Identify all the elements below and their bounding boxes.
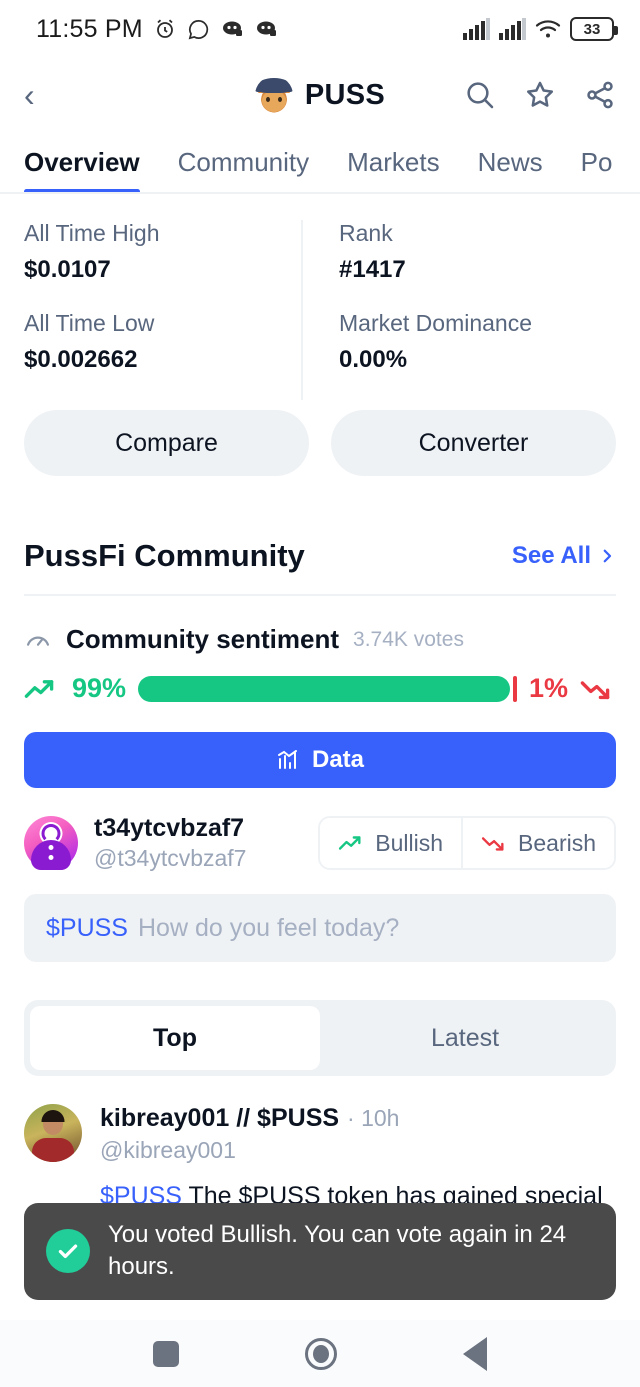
bearish-percent: 1%	[528, 673, 568, 703]
see-all-button[interactable]: See All	[512, 542, 616, 570]
sentiment-title: Community sentiment	[66, 624, 340, 654]
compare-button[interactable]: Compare	[24, 410, 309, 476]
post-author-handle: @kibreay001	[100, 1137, 236, 1163]
tab-overview[interactable]: Overview	[24, 147, 140, 192]
sentiment-bar	[138, 675, 517, 702]
star-icon[interactable]	[524, 79, 556, 111]
post-input[interactable]: $PUSS How do you feel today?	[24, 894, 616, 962]
post-header: kibreay001 // $PUSS · 10h	[100, 1104, 616, 1133]
composer-user: t34ytcvbzaf7 @t34ytcvbzaf7	[94, 814, 246, 872]
community-sentiment-header: Community sentiment 3.74K votes	[0, 596, 640, 655]
status-bar: 11:55 PM 33	[0, 0, 640, 58]
trend-down-icon	[580, 674, 616, 704]
check-circle-icon	[46, 1229, 90, 1274]
header-actions	[464, 79, 616, 111]
post-timestamp: · 10h	[347, 1105, 400, 1131]
chevron-right-icon	[598, 547, 616, 565]
search-icon[interactable]	[464, 79, 496, 111]
bearish-label: Bearish	[518, 829, 596, 856]
tab-latest[interactable]: Latest	[320, 1006, 610, 1070]
section-tabs: Overview Community Markets News Po	[0, 132, 640, 194]
discord-icon	[254, 17, 278, 41]
stat-value: #1417	[339, 256, 406, 283]
status-bar-left: 11:55 PM	[36, 15, 278, 44]
community-section-header: PussFi Community See All	[0, 476, 640, 594]
sentiment-bar-row: 99% 1%	[0, 655, 640, 704]
coin-stats: All Time High $0.0107 All Time Low $0.00…	[0, 194, 640, 400]
coin-action-buttons: Compare Converter	[0, 400, 640, 476]
stat-market-dominance: Market Dominance 0.00%	[339, 310, 616, 374]
bearish-vote-button[interactable]: Bearish	[461, 818, 614, 868]
app-header: ‹ PUSS	[0, 58, 640, 132]
data-button-label: Data	[311, 746, 365, 773]
community-title: PussFi Community	[24, 538, 305, 573]
composer-display-name: t34ytcvbzaf7	[94, 814, 245, 842]
trend-up-icon	[24, 674, 60, 704]
puss-cat-logo-icon	[254, 76, 293, 114]
status-bar-clock: 11:55 PM	[36, 14, 143, 43]
tab-top[interactable]: Top	[30, 1006, 320, 1070]
stats-column-left: All Time High $0.0107 All Time Low $0.00…	[24, 220, 301, 400]
share-icon[interactable]	[584, 79, 616, 111]
stat-value: 0.00%	[339, 346, 408, 373]
data-button[interactable]: Data	[24, 732, 616, 788]
tab-news[interactable]: News	[478, 147, 543, 192]
stat-value: $0.0107	[24, 256, 111, 283]
stat-label: All Time Low	[24, 310, 155, 336]
post-input-placeholder: How do you feel today?	[137, 913, 400, 942]
toast-message: You voted Bullish. You can vote again in…	[108, 1221, 567, 1281]
whatsapp-icon	[187, 18, 210, 41]
tab-markets[interactable]: Markets	[347, 147, 439, 192]
tab-portfolio[interactable]: Po	[581, 147, 613, 192]
sentiment-bar-bullish	[138, 675, 511, 702]
post-author-name: kibreay001 // $PUSS	[100, 1104, 340, 1132]
gauge-icon	[24, 626, 52, 654]
cmc-avatar-icon[interactable]	[24, 816, 78, 870]
back-button[interactable]: ‹	[24, 79, 64, 111]
ticker-tag: $PUSS	[46, 913, 128, 942]
user-photo-avatar[interactable]	[24, 1104, 82, 1162]
discord-icon	[220, 17, 244, 41]
bullish-vote-button[interactable]: Bullish	[320, 818, 462, 868]
stat-label: Market Dominance	[339, 310, 533, 336]
vote-button-group: Bullish Bearish	[318, 816, 616, 870]
square-icon[interactable]	[153, 1340, 179, 1367]
triangle-back-icon[interactable]	[463, 1336, 487, 1371]
stats-column-right: Rank #1417 Market Dominance 0.00%	[301, 220, 616, 400]
tab-community[interactable]: Community	[178, 147, 309, 192]
trend-up-icon	[338, 832, 366, 854]
sentiment-bar-bearish	[513, 675, 517, 702]
alarm-icon	[153, 17, 177, 41]
composer-handle: @t34ytcvbzaf7	[94, 845, 247, 871]
page-title: PUSS	[304, 78, 386, 111]
signal-icon	[499, 18, 526, 40]
bullish-percent: 99%	[72, 673, 127, 703]
status-bar-right: 33	[463, 17, 618, 41]
wifi-icon	[535, 18, 561, 40]
stat-label: Rank	[339, 220, 393, 246]
sentiment-votes: 3.74K votes	[353, 627, 464, 651]
android-nav-bar	[0, 1320, 640, 1387]
bar-chart-icon	[276, 748, 300, 772]
stat-value: $0.002662	[24, 346, 138, 373]
battery-level: 33	[583, 20, 601, 38]
see-all-label: See All	[511, 542, 591, 569]
stat-all-time-high: All Time High $0.0107	[24, 220, 301, 284]
converter-button[interactable]: Converter	[331, 410, 616, 476]
bullish-label: Bullish	[375, 829, 444, 856]
post-composer-header: t34ytcvbzaf7 @t34ytcvbzaf7 Bullish Beari…	[0, 788, 640, 872]
stat-label: All Time High	[24, 220, 160, 246]
battery-icon: 33	[570, 17, 618, 41]
signal-icon	[463, 18, 490, 40]
circle-icon[interactable]	[305, 1337, 337, 1370]
toast-notification: You voted Bullish. You can vote again in…	[24, 1203, 616, 1300]
stat-all-time-low: All Time Low $0.002662	[24, 310, 301, 374]
trend-down-icon	[481, 832, 509, 854]
stat-rank: Rank #1417	[339, 220, 616, 284]
feed-sort-tabs: Top Latest	[24, 1000, 616, 1076]
